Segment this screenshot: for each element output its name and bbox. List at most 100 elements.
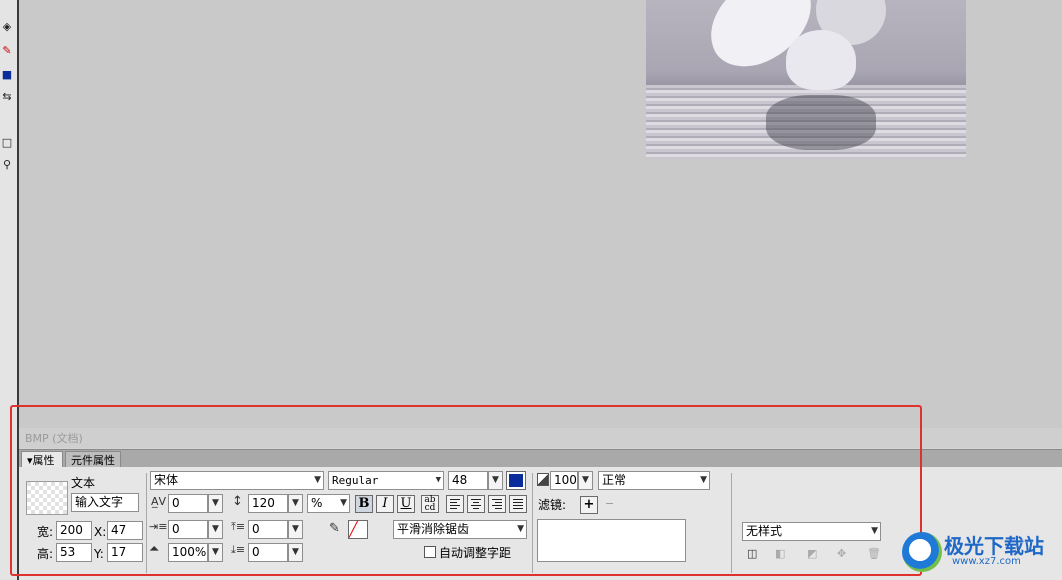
break-style-icon[interactable]: ◩ (807, 547, 817, 561)
opacity-dropdown[interactable]: ▼ (578, 471, 593, 490)
underline-button[interactable]: U (397, 495, 415, 513)
object-name-input[interactable]: 输入文字 (71, 493, 139, 512)
watermark-text: 极光下载站 (944, 534, 1044, 558)
font-style-value: Regular (332, 474, 379, 487)
text-color-fill (509, 474, 523, 487)
y-label: Y: (94, 547, 104, 561)
watermark-url: www.xz7.com (952, 556, 1021, 567)
divider (532, 473, 533, 573)
text-color-swatch[interactable] (506, 471, 526, 490)
delete-style-icon[interactable]: 🗑 (867, 547, 881, 561)
space-after-icon: ⤓≡ (231, 543, 246, 556)
font-family-select[interactable]: 宋体 ▼ (150, 471, 324, 490)
zoom-icon[interactable]: ⚲ (0, 158, 14, 171)
bold-button[interactable]: B (355, 495, 373, 513)
italic-button[interactable]: I (376, 495, 394, 513)
scale-input[interactable]: 100% (168, 543, 208, 562)
add-filter-button[interactable]: + (580, 496, 598, 514)
auto-kern-checkbox[interactable] (424, 546, 436, 558)
image-swan-body (786, 30, 856, 90)
image-reflection (766, 95, 876, 150)
leading-icon: ↕ (232, 494, 243, 509)
swap-colors-icon[interactable]: ⇆ (0, 90, 14, 103)
style-options-icon[interactable]: ✥ (837, 547, 846, 561)
kerning-icon: A̲V (151, 495, 167, 508)
filter-list[interactable] (537, 519, 686, 562)
font-size-input[interactable]: 48 (448, 471, 488, 490)
watermark: 极光下载站 www.xz7.com (902, 526, 1062, 580)
antialias-select[interactable]: 平滑消除锯齿 ▼ (393, 520, 527, 539)
align-center-icon[interactable] (467, 495, 485, 513)
align-justify-icon[interactable] (509, 495, 527, 513)
font-size-dropdown[interactable]: ▼ (488, 471, 503, 490)
chevron-down-icon: ▼ (314, 475, 321, 485)
width-label: 宽: (37, 525, 54, 539)
horizontal-scale-icon: ⏶ (149, 542, 160, 557)
divider (731, 473, 732, 573)
align-right-icon[interactable] (488, 495, 506, 513)
screen-mode-icon[interactable]: □ (0, 136, 14, 149)
new-style-icon[interactable]: ◫ (747, 547, 757, 561)
width-input[interactable]: 200 (56, 521, 92, 540)
pencil-icon[interactable]: ✎ (329, 522, 340, 536)
object-type-label: 文本 (71, 476, 96, 490)
fill-color-icon[interactable]: ■ (0, 68, 14, 81)
blend-mode-select[interactable]: 正常 ▼ (598, 471, 710, 490)
space-after-input[interactable]: 0 (248, 543, 288, 562)
height-label: 高: (37, 547, 54, 561)
document-title: BMP (文档) (19, 428, 1062, 448)
kerning-dropdown[interactable]: ▼ (208, 494, 223, 513)
font-style-select[interactable]: Regular ▼ (328, 471, 444, 490)
watermark-logo-icon (902, 532, 942, 572)
text-orientation-icon[interactable]: ab cd (421, 495, 439, 513)
x-input[interactable]: 47 (107, 521, 143, 540)
indent-dropdown[interactable]: ▼ (208, 520, 223, 539)
kerning-input[interactable]: 0 (168, 494, 208, 513)
workspace: ◈ ✎ ■ ⇆ □ ⚲ BMP (文档) ▾属性 元件属性 文本 输入文字 宽:… (0, 0, 1062, 580)
chevron-down-icon: ▼ (700, 475, 707, 485)
chevron-down-icon: ▼ (340, 498, 347, 508)
no-color-slash-icon: ╱ (349, 520, 359, 538)
leading-dropdown[interactable]: ▼ (288, 494, 303, 513)
align-left-icon[interactable] (446, 495, 464, 513)
opacity-icon (537, 473, 549, 486)
indent-icon: ⇥≡ (149, 520, 168, 533)
indent-input[interactable]: 0 (168, 520, 208, 539)
tab-properties-label: 属性 (32, 454, 55, 467)
tab-properties[interactable]: ▾属性 (21, 451, 63, 468)
height-input[interactable]: 53 (56, 543, 92, 562)
tab-symbol-properties-label: 元件属性 (71, 454, 115, 467)
antialias-value: 平滑消除锯齿 (397, 522, 470, 536)
font-family-value: 宋体 (154, 473, 179, 487)
leading-input[interactable]: 120 (248, 494, 288, 513)
text-thumbnail (26, 481, 68, 515)
style-value: 无样式 (746, 524, 783, 538)
tools-panel: ◈ ✎ ■ ⇆ □ ⚲ (0, 0, 19, 580)
space-after-dropdown[interactable]: ▼ (288, 543, 303, 562)
filter-label: 滤镜: (538, 498, 567, 512)
space-before-dropdown[interactable]: ▼ (288, 520, 303, 539)
leading-unit-value: % (311, 496, 323, 510)
space-before-icon: ⤒≡ (231, 520, 246, 533)
scale-dropdown[interactable]: ▼ (208, 543, 223, 562)
paint-bucket-icon[interactable]: ◈ (0, 20, 14, 33)
divider (146, 473, 147, 573)
style-select[interactable]: 无样式 ▼ (742, 522, 881, 541)
y-input[interactable]: 17 (107, 543, 143, 562)
stroke-color-swatch[interactable]: ╱ (348, 520, 368, 539)
auto-kern-label: 自动调整字距 (439, 546, 512, 560)
x-label: X: (94, 525, 107, 539)
tab-symbol-properties[interactable]: 元件属性 (65, 451, 121, 468)
blend-mode-value: 正常 (602, 473, 627, 487)
redefine-style-icon[interactable]: ◧ (775, 547, 785, 561)
chevron-down-icon: ▼ (517, 524, 524, 534)
space-before-input[interactable]: 0 (248, 520, 288, 539)
remove-filter-icon[interactable]: − (605, 497, 614, 511)
chevron-down-icon: ▼ (435, 475, 441, 485)
panel-tabs: ▾属性 元件属性 (19, 449, 1062, 468)
leading-unit-select[interactable]: % ▼ (307, 494, 350, 513)
canvas-image[interactable] (646, 0, 966, 159)
opacity-input[interactable]: 100 (550, 471, 578, 490)
stroke-color-icon[interactable]: ✎ (0, 44, 14, 57)
chevron-down-icon: ▼ (871, 526, 878, 536)
